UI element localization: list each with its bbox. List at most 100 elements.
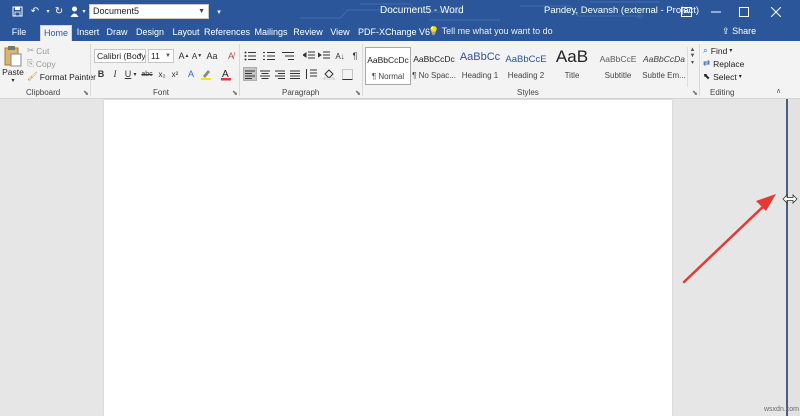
clear-formatting-icon[interactable]: A̸ <box>224 49 238 63</box>
sort-icon[interactable]: A↓ <box>333 49 347 63</box>
font-launcher-icon[interactable]: ⬊ <box>232 89 238 97</box>
style-heading-2[interactable]: AaBbCcE Heading 2 <box>503 47 549 85</box>
change-case-icon[interactable]: Aa <box>205 49 219 63</box>
style-preview: AaB <box>555 47 589 66</box>
text-effects-icon[interactable]: A <box>184 67 198 81</box>
tab-draw[interactable]: Draw <box>104 25 130 41</box>
clipboard-launcher-icon[interactable]: ⬊ <box>83 89 89 97</box>
decrease-indent-icon[interactable] <box>302 49 316 63</box>
paste-label: Paste <box>2 67 24 77</box>
superscript-icon[interactable]: x² <box>168 67 182 81</box>
style-name: ¶ Normal <box>371 72 405 81</box>
window-resize-edge[interactable] <box>786 99 800 416</box>
tab-layout[interactable]: Layout <box>170 25 202 41</box>
justify-icon[interactable] <box>288 67 302 81</box>
style-heading-1[interactable]: AaBbCc Heading 1 <box>457 47 503 85</box>
watermark: wsxdn.com <box>764 406 800 413</box>
replace-label: Replace <box>713 58 745 69</box>
find-button[interactable]: ⌕ Find ▾ <box>703 45 732 56</box>
document-page[interactable] <box>104 100 672 416</box>
scissors-icon: ✂ <box>27 45 35 55</box>
style-preview: AaBbCcDc <box>413 54 455 64</box>
style-name: Heading 2 <box>507 71 545 80</box>
subscript-icon[interactable]: x₂ <box>155 67 169 81</box>
tab-mailings[interactable]: Mailings <box>254 25 288 41</box>
copy-button[interactable]: ⎘ Copy <box>27 58 56 69</box>
replace-icon: ⇄ <box>703 58 711 68</box>
format-painter-button[interactable]: 🖌 Format Painter <box>27 71 96 82</box>
undo-dropdown-icon[interactable]: ▾ <box>44 4 52 19</box>
customize-toolbar-icon[interactable]: ▾ <box>214 4 224 19</box>
tab-home[interactable]: Home <box>40 25 72 41</box>
style-subtitle[interactable]: AaBbCcE Subtitle <box>595 47 641 85</box>
tab-design[interactable]: Design <box>134 25 166 41</box>
grow-font-icon[interactable]: A ▲ <box>177 49 191 63</box>
tell-me-search[interactable]: 💡 Tell me what you want to do <box>428 26 553 37</box>
show-formatting-marks-icon[interactable]: ¶ <box>348 49 362 63</box>
style-name: Subtle Em... <box>642 71 686 80</box>
touch-mode-icon[interactable] <box>68 4 80 19</box>
undo-icon[interactable]: ↶ <box>28 4 42 19</box>
style-name: Title <box>564 71 580 80</box>
font-size-combo[interactable]: 11 ▼ <box>148 49 174 63</box>
style-name: Heading 1 <box>461 71 499 80</box>
style-subtle-emphasis[interactable]: AaBbCcDa Subtle Em... <box>641 47 687 85</box>
align-right-icon[interactable] <box>273 67 287 81</box>
borders-icon[interactable] <box>340 67 354 81</box>
document-name-dropdown[interactable]: Document5 ▼ <box>89 4 209 19</box>
cut-button[interactable]: ✂ Cut <box>27 45 49 56</box>
underline-dropdown-icon[interactable]: ▾ <box>131 67 139 81</box>
style-normal[interactable]: AaBbCcDc ¶ Normal <box>365 47 411 85</box>
replace-button[interactable]: ⇄ Replace <box>703 58 744 69</box>
increase-indent-icon[interactable] <box>317 49 331 63</box>
italic-icon[interactable]: I <box>108 67 122 81</box>
numbering-icon[interactable] <box>262 49 276 63</box>
strikethrough-icon[interactable]: abc <box>140 67 154 81</box>
highlight-icon[interactable] <box>199 67 213 81</box>
share-button[interactable]: ⇪ Share <box>722 26 756 37</box>
font-name-combo[interactable]: Calibri (Body) ▼ <box>94 49 146 63</box>
ribbon-display-options-icon[interactable] <box>672 0 700 23</box>
tab-pdf-xchange[interactable]: PDF-XChange V6 <box>358 25 430 41</box>
style-title[interactable]: AaB Title <box>549 47 595 85</box>
select-dropdown-icon: ▾ <box>738 74 742 80</box>
style-preview: AaBbCcE <box>599 54 637 64</box>
tab-view[interactable]: View <box>327 25 353 41</box>
style-preview: AaBbCcDa <box>642 54 686 64</box>
style-name: ¶ No Spac... <box>412 71 456 80</box>
paragraph-launcher-icon[interactable]: ⬊ <box>355 89 361 97</box>
group-separator <box>90 44 91 96</box>
save-icon[interactable] <box>10 4 24 19</box>
minimize-icon[interactable] <box>702 0 730 23</box>
close-icon[interactable] <box>762 0 790 23</box>
more-icon[interactable]: ▾ <box>688 59 697 66</box>
collapse-ribbon-icon[interactable]: ∧ <box>776 87 781 95</box>
ribbon-tab-row: File Home Insert Draw Design Layout Refe… <box>0 23 800 41</box>
shading-icon[interactable] <box>322 67 336 81</box>
tab-review[interactable]: Review <box>293 25 323 41</box>
align-left-icon[interactable] <box>243 67 257 81</box>
style-no-spacing[interactable]: AaBbCcDc ¶ No Spac... <box>411 47 457 85</box>
format-painter-label: Format Painter <box>39 71 97 82</box>
touch-dropdown-icon[interactable]: ▾ <box>80 4 88 19</box>
bullets-icon[interactable] <box>243 49 257 63</box>
styles-group-label: Styles <box>517 88 539 97</box>
line-spacing-icon[interactable] <box>304 67 318 81</box>
tab-references[interactable]: References <box>204 25 250 41</box>
restore-icon[interactable] <box>730 0 758 23</box>
lightbulb-icon: 💡 <box>428 26 440 36</box>
tab-file[interactable]: File <box>6 25 32 41</box>
font-size-value: 11 <box>151 51 160 61</box>
styles-launcher-icon[interactable]: ⬊ <box>692 89 698 97</box>
styles-gallery-scroll[interactable]: ▲ ▼ ▾ <box>687 47 697 87</box>
shrink-font-icon[interactable]: A ▼ <box>190 49 204 63</box>
tab-insert[interactable]: Insert <box>74 25 102 41</box>
paste-button[interactable]: Paste ▾ <box>2 45 24 85</box>
multilevel-list-icon[interactable] <box>281 49 295 63</box>
font-color-icon[interactable]: A <box>219 67 233 81</box>
window-border-line[interactable] <box>786 99 788 416</box>
bold-icon[interactable]: B <box>94 67 108 81</box>
align-center-icon[interactable] <box>258 67 272 81</box>
select-button[interactable]: ⬉ Select ▾ <box>703 71 742 82</box>
redo-icon[interactable]: ↻ <box>53 4 65 19</box>
